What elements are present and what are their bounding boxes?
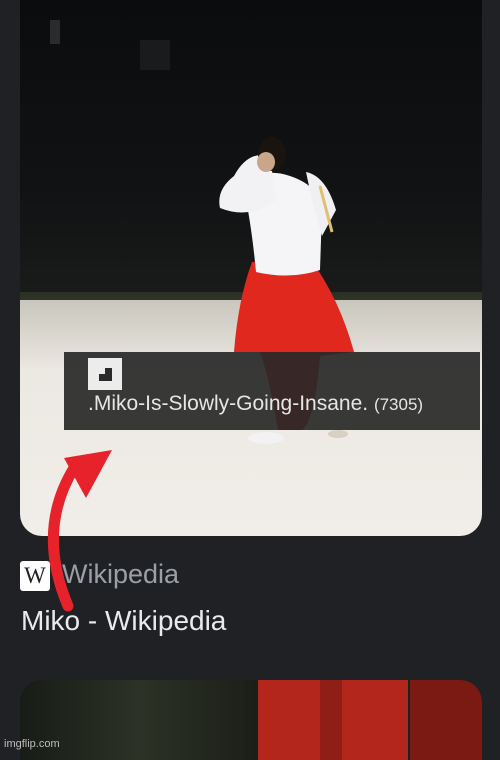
next-photo-gate-dark: [410, 680, 482, 760]
next-photo-post: [320, 680, 342, 760]
overlay-count: (7305): [373, 395, 424, 414]
wikipedia-logo-icon: W: [20, 561, 50, 591]
result-title[interactable]: Miko - Wikipedia: [21, 605, 226, 637]
expand-icon: [88, 358, 122, 390]
watermark: imgflip.com: [4, 738, 60, 750]
overlay-filename: .Miko-Is-Slowly-Going-Insane.: [88, 392, 369, 415]
overlay-label: .Miko-Is-Slowly-Going-Insane. (7305): [88, 392, 423, 416]
image-name-overlay: .Miko-Is-Slowly-Going-Insane. (7305): [64, 352, 480, 430]
red-arrow-annotation: [47, 450, 112, 612]
next-result-image-card[interactable]: [20, 680, 482, 760]
source-name: Wikipedia: [62, 559, 180, 589]
